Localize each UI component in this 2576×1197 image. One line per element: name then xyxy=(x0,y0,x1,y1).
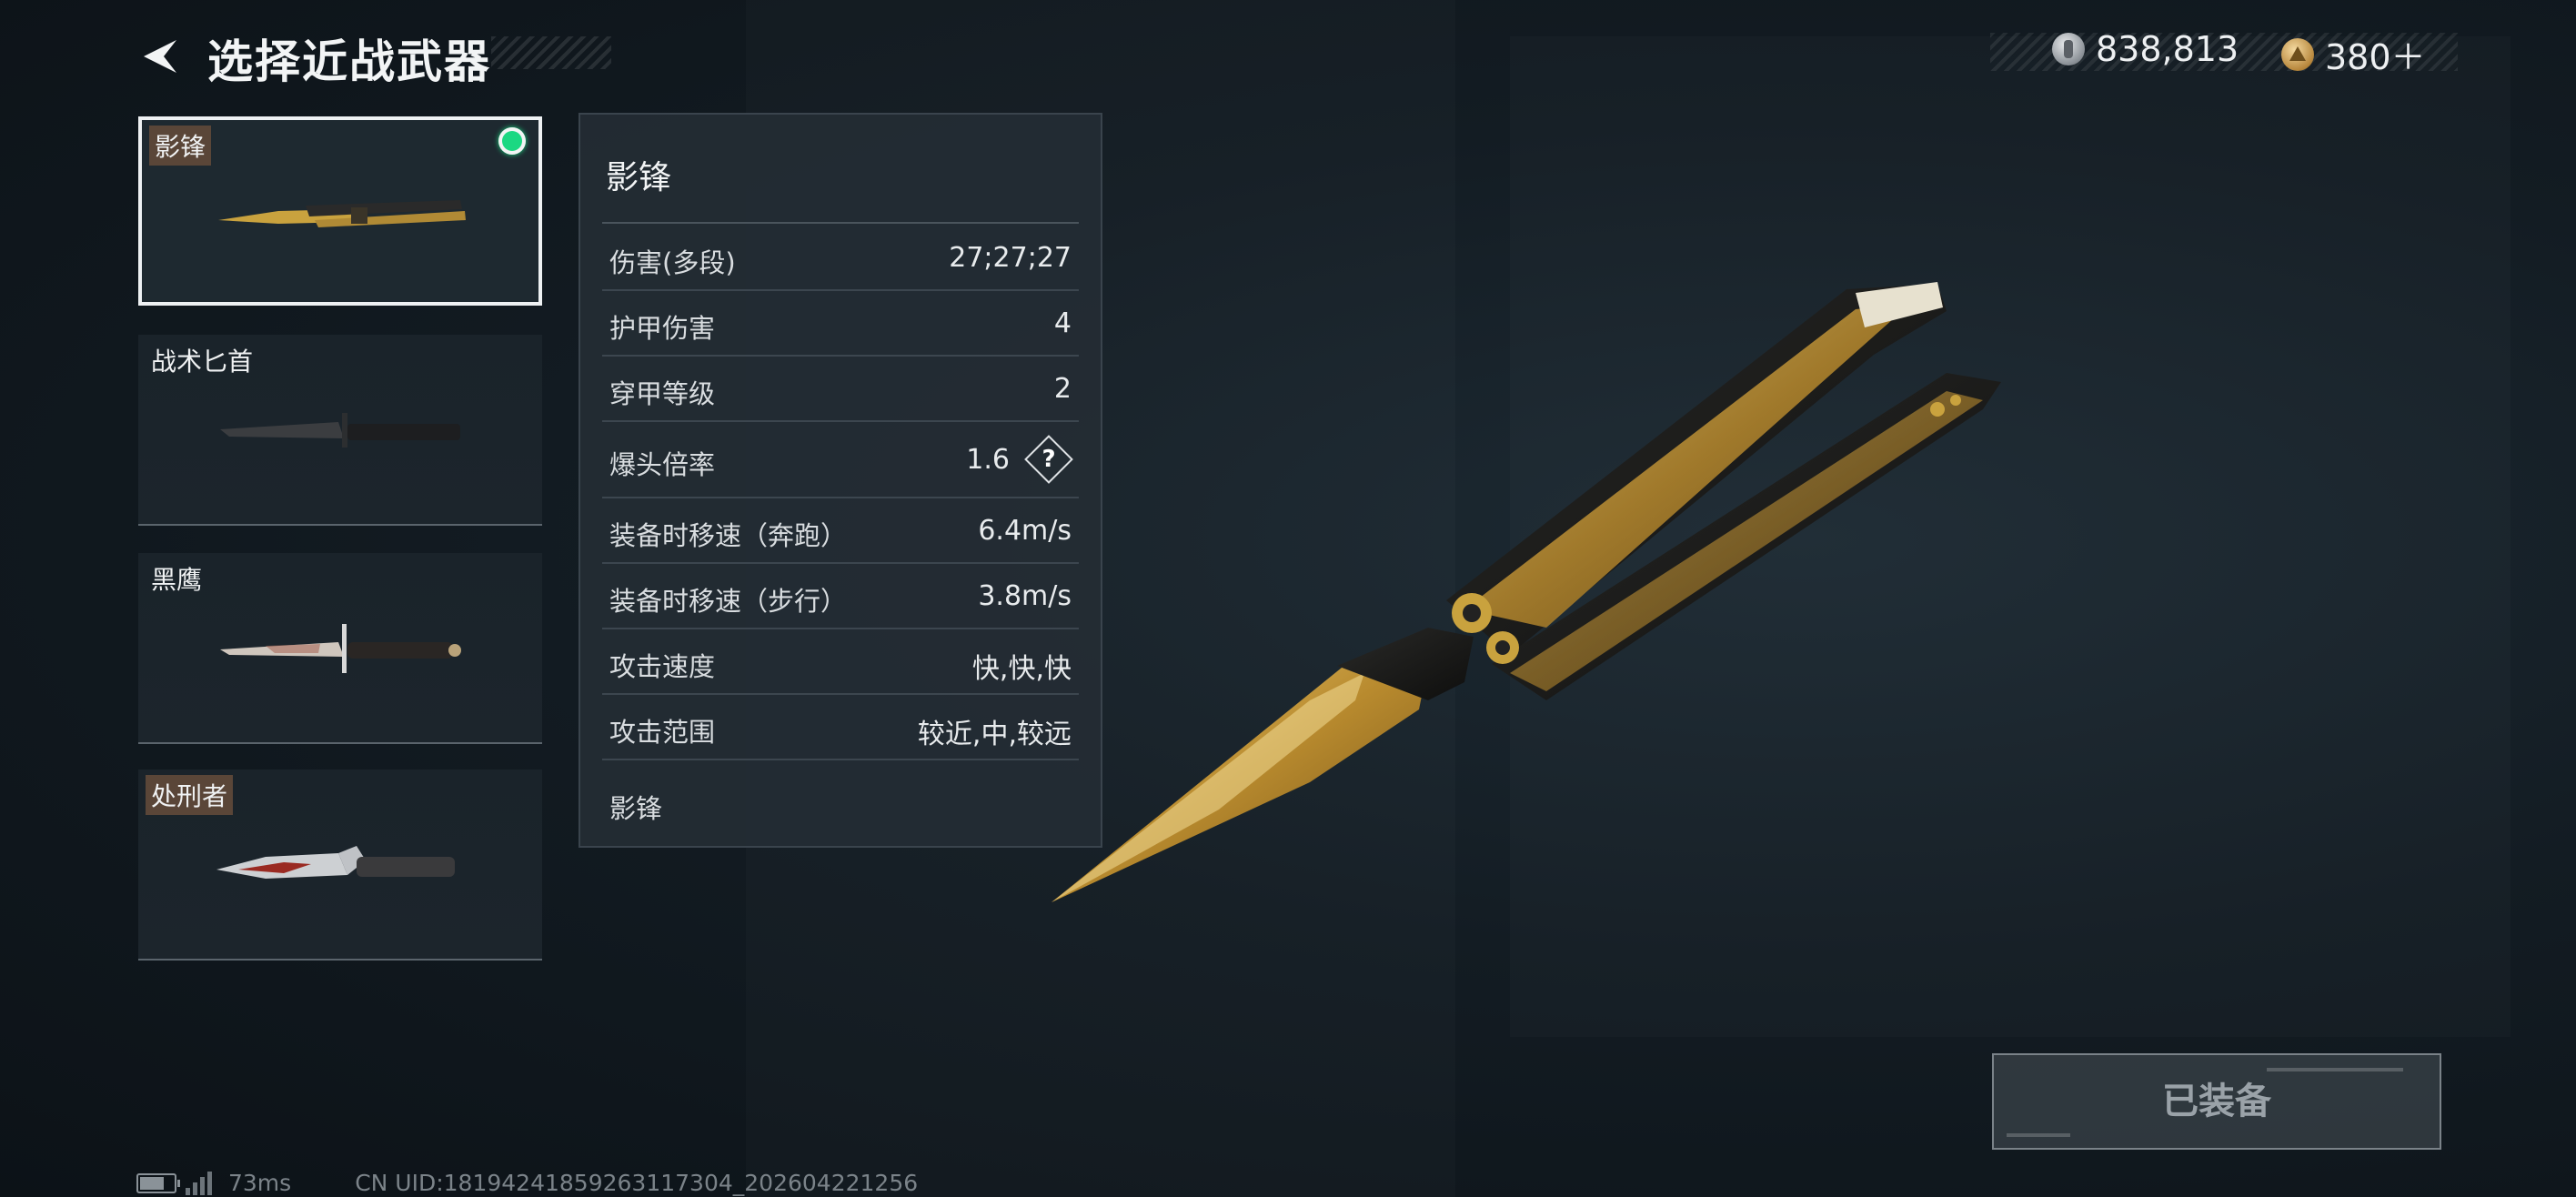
equipped-button-label: 已装备 xyxy=(2162,1081,2271,1122)
page-title: 选择近战武器 xyxy=(207,35,491,88)
weapon-card-tactical-dagger[interactable]: 战术匕首 xyxy=(138,335,542,526)
status-bar: 73ms CN UID:18194241859263117304_2026042… xyxy=(136,1170,918,1196)
silver-currency-value: 838,813 xyxy=(2096,29,2239,69)
equipped-indicator-icon xyxy=(498,127,526,155)
stat-label: 穿甲等级 xyxy=(609,378,716,409)
gold-coin-icon xyxy=(2281,37,2314,71)
back-arrow-icon xyxy=(144,40,176,73)
divider xyxy=(138,959,542,961)
button-decoration xyxy=(2007,1133,2070,1137)
weapon-name: 处刑者 xyxy=(146,775,234,815)
stat-label: 爆头倍率 xyxy=(609,449,716,480)
stat-row-damage: 伤害(多段) 27;27;27 xyxy=(602,224,1079,291)
equipped-button[interactable]: 已装备 xyxy=(1992,1053,2441,1150)
weapon-name: 影锋 xyxy=(149,126,212,166)
stat-label: 伤害(多段) xyxy=(609,247,736,278)
weapon-name: 黑鹰 xyxy=(151,565,203,595)
stat-row-attack-range: 攻击范围 较近,中,较远 xyxy=(602,693,1079,760)
black-eagle-knife-icon xyxy=(220,624,461,673)
gold-currency[interactable]: 380＋ xyxy=(2281,29,2426,79)
butterfly-knife-icon xyxy=(218,200,466,227)
button-decoration xyxy=(2267,1068,2403,1071)
butterfly-knife-3d-icon xyxy=(1052,282,2001,902)
tactical-dagger-icon xyxy=(220,413,460,448)
stats-footer: 影锋 xyxy=(609,793,663,824)
stats-title: 影锋 xyxy=(606,159,672,196)
stat-label: 护甲伤害 xyxy=(609,313,716,344)
stat-row-attack-speed: 攻击速度 快,快,快 xyxy=(602,628,1079,695)
weapon-card-executioner[interactable]: 处刑者 xyxy=(138,770,542,961)
uid-text: CN UID:18194241859263117304_202604221256 xyxy=(355,1170,919,1196)
silver-coin-icon xyxy=(2052,33,2085,65)
back-button[interactable] xyxy=(135,33,182,80)
gold-currency-value: 380＋ xyxy=(2325,37,2426,77)
executioner-knife-icon xyxy=(216,846,455,879)
divider xyxy=(138,742,542,744)
stat-label: 装备时移速（步行） xyxy=(609,586,848,617)
weapon-name: 战术匕首 xyxy=(151,347,254,377)
title-decoration xyxy=(491,36,611,69)
stat-value: 1.6 xyxy=(966,444,1010,476)
weapon-stats-panel: 影锋 伤害(多段) 27;27;27 护甲伤害 4 穿甲等级 2 爆头倍率 1.… xyxy=(579,113,1102,848)
stat-row-walk-speed: 装备时移速（步行） 3.8m/s xyxy=(602,562,1079,629)
weapon-card-shadow-edge[interactable]: 影锋 xyxy=(138,116,542,306)
stat-row-armor-damage: 护甲伤害 4 xyxy=(602,289,1079,357)
stat-row-penetration: 穿甲等级 2 xyxy=(602,355,1079,422)
stat-label: 攻击速度 xyxy=(609,651,716,682)
stat-value: 27;27;27 xyxy=(949,242,1072,274)
silver-currency[interactable]: 838,813 xyxy=(2052,29,2239,69)
stat-row-headshot: 爆头倍率 1.6 ? xyxy=(602,420,1079,498)
stat-row-run-speed: 装备时移速（奔跑） 6.4m/s xyxy=(602,497,1079,564)
stat-label: 装备时移速（奔跑） xyxy=(609,520,848,551)
battery-icon xyxy=(136,1172,180,1193)
ping-value: 73ms xyxy=(228,1170,292,1196)
signal-icon xyxy=(186,1171,212,1195)
weapon-card-black-eagle[interactable]: 黑鹰 xyxy=(138,553,542,744)
divider xyxy=(138,524,542,526)
stat-label: 攻击范围 xyxy=(609,717,716,748)
